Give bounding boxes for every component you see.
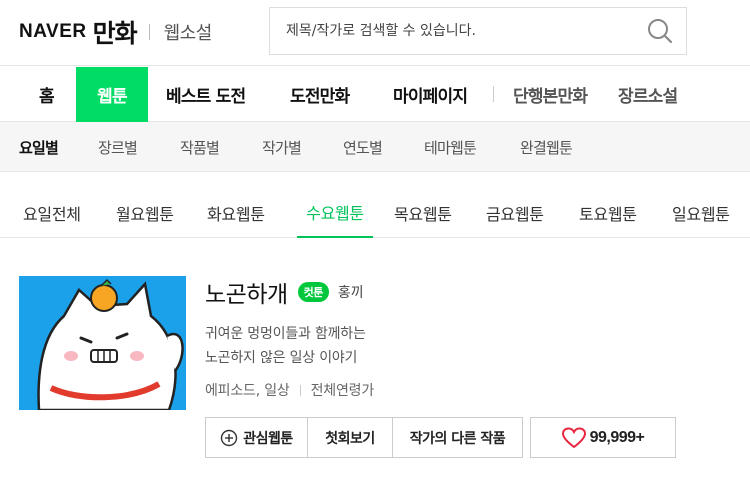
site-logo[interactable]: NAVER 만화 웹소설: [19, 14, 212, 50]
add-interest-label: 관심웹툰: [243, 430, 293, 447]
description-line: 노곤하지 않은 일상 이야기: [205, 350, 358, 366]
tab-wednesday[interactable]: 수요웹툰: [297, 188, 373, 238]
nav-divider: [493, 86, 494, 102]
webtoon-author[interactable]: 홍끼: [338, 282, 364, 302]
tab-saturday[interactable]: 토요웹툰: [579, 188, 637, 238]
search-input[interactable]: [286, 23, 646, 39]
heart-icon: [561, 426, 586, 448]
tab-tuesday[interactable]: 화요웹툰: [207, 188, 265, 238]
subnav-by-genre[interactable]: 장르별: [98, 122, 138, 172]
add-interest-button[interactable]: 관심웹툰: [205, 417, 308, 458]
subnav-completed[interactable]: 완결웹툰: [520, 122, 573, 172]
nav-mypage[interactable]: 마이페이지: [393, 67, 468, 122]
naver-logo-text[interactable]: NAVER: [19, 21, 87, 43]
tab-sunday[interactable]: 일요웹툰: [672, 188, 730, 238]
webtoon-title-row: 노곤하개 컷툰 홍끼: [205, 276, 364, 308]
description-line: 귀여운 멍멍이들과 함께하는: [205, 326, 366, 342]
manhwa-logo-text[interactable]: 만화: [93, 14, 138, 50]
search-icon[interactable]: [646, 17, 674, 45]
tab-friday[interactable]: 금요웹툰: [486, 188, 544, 238]
like-count: 99,999+: [589, 428, 645, 446]
main-navigation: 홈 웹툰 베스트 도전 도전만화 마이페이지 단행본만화 장르소설: [0, 67, 750, 122]
sub-navigation: 요일별 장르별 작품별 작가별 연도별 테마웹툰 완결웹툰: [0, 122, 750, 172]
subnav-by-author[interactable]: 작가별: [262, 122, 302, 172]
first-episode-button[interactable]: 첫회보기: [307, 417, 393, 458]
webnovel-link[interactable]: 웹소설: [164, 19, 213, 45]
nav-home[interactable]: 홈: [39, 67, 55, 122]
tab-monday[interactable]: 월요웹툰: [116, 188, 174, 238]
search-box: [269, 7, 687, 55]
subnav-by-weekday[interactable]: 요일별: [19, 122, 59, 172]
webtoon-title[interactable]: 노곤하개: [205, 275, 288, 309]
tab-all-days[interactable]: 요일전체: [23, 188, 81, 238]
subnav-by-year[interactable]: 연도별: [343, 122, 383, 172]
nav-challenge[interactable]: 도전만화: [290, 67, 350, 122]
plus-circle-icon: [221, 429, 238, 446]
subnav-theme[interactable]: 테마웹툰: [424, 122, 477, 172]
webtoon-age-rating: 전체연령가: [310, 383, 375, 399]
nav-best-challenge[interactable]: 베스트 도전: [166, 67, 246, 122]
meta-divider: [299, 384, 301, 396]
logo-divider: [148, 24, 150, 40]
nav-genre-novel[interactable]: 장르소설: [618, 67, 678, 122]
webtoon-description: 귀여운 멍멍이들과 함께하는 노곤하지 않은 일상 이야기: [205, 322, 366, 370]
nav-book-comics[interactable]: 단행본만화: [513, 67, 588, 122]
tab-thursday[interactable]: 목요웹툰: [394, 188, 452, 238]
like-button[interactable]: 99,999+: [530, 417, 676, 458]
weekday-tabs: 요일전체 월요웹툰 화요웹툰 수요웹툰 목요웹툰 금요웹툰 토요웹툰 일요웹툰: [0, 188, 750, 238]
cut-toon-badge: 컷툰: [297, 282, 329, 302]
nav-webtoon[interactable]: 웹툰: [76, 67, 148, 122]
site-header: NAVER 만화 웹소설: [0, 0, 750, 66]
webtoon-thumbnail[interactable]: [19, 276, 186, 410]
webtoon-meta: 에피소드, 일상 전체연령가: [205, 380, 374, 400]
webtoon-genre: 에피소드, 일상: [205, 383, 290, 399]
subnav-by-title[interactable]: 작품별: [180, 122, 220, 172]
author-other-works-button[interactable]: 작가의 다른 작품: [392, 417, 523, 458]
